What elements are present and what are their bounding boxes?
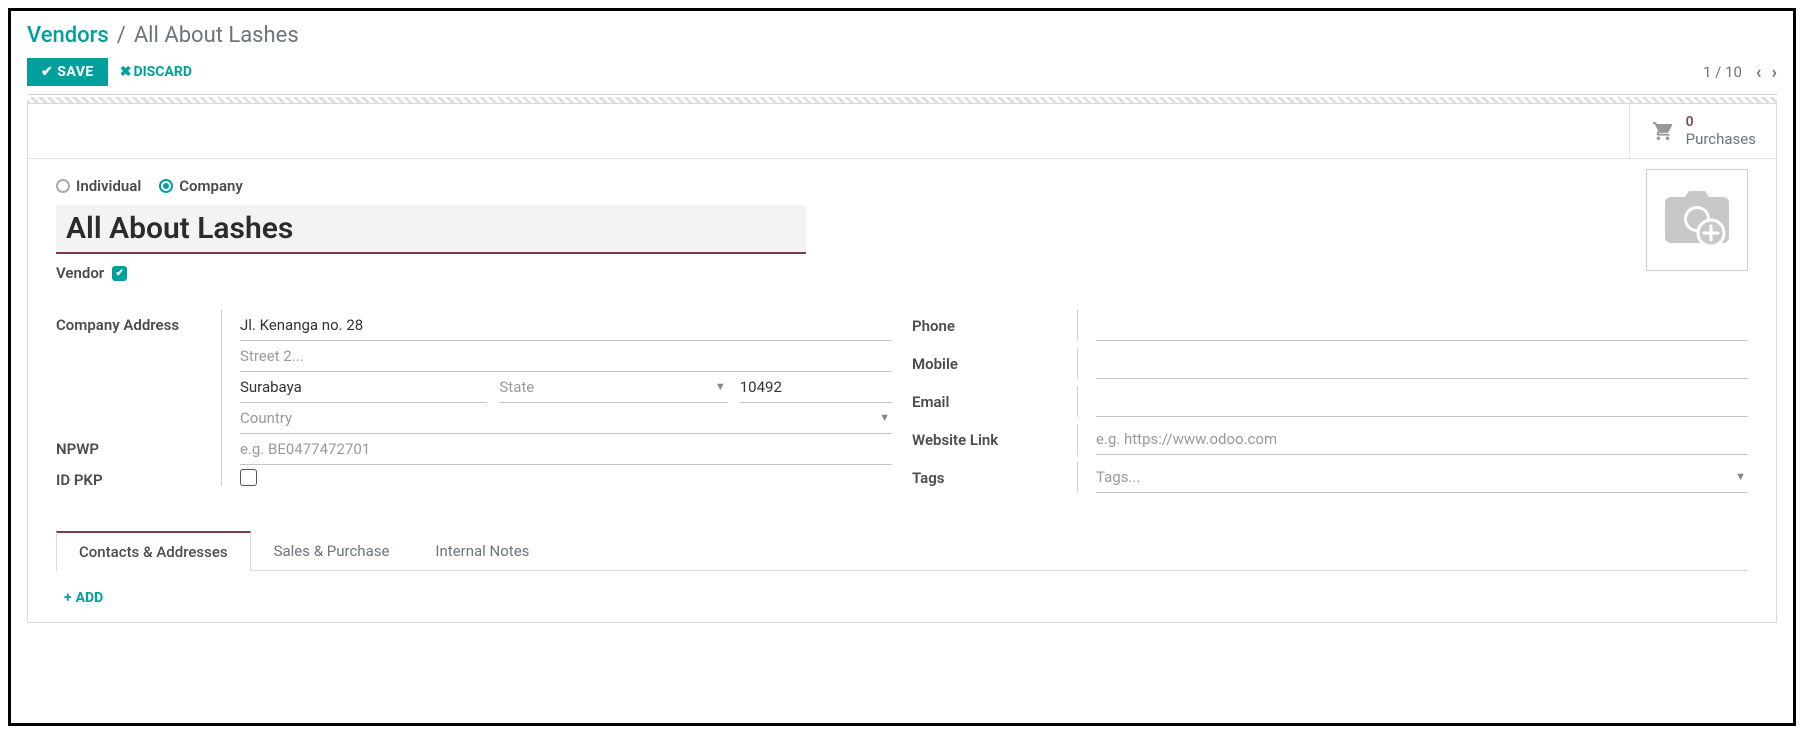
idpkp-checkbox[interactable] xyxy=(240,469,257,486)
radio-company[interactable]: Company xyxy=(159,177,243,195)
tab-sales[interactable]: Sales & Purchase xyxy=(251,531,413,571)
add-button[interactable]: + ADD xyxy=(64,590,103,606)
address-label: Company Address xyxy=(56,310,221,334)
email-input[interactable] xyxy=(1096,386,1748,417)
npwp-label: NPWP xyxy=(56,434,221,458)
idpkp-label: ID PKP xyxy=(56,465,221,489)
city-input[interactable] xyxy=(240,372,487,403)
street2-input[interactable] xyxy=(240,341,892,372)
breadcrumb-sep: / xyxy=(117,23,126,48)
pager-prev-button[interactable]: ‹ xyxy=(1756,62,1762,83)
purchases-label: Purchases xyxy=(1686,130,1756,148)
phone-input[interactable] xyxy=(1096,310,1748,341)
toolbar: ✔ SAVE ✖ DISCARD 1 / 10 ‹ › xyxy=(27,58,1777,86)
mobile-input[interactable] xyxy=(1096,348,1748,379)
purchases-stat-button[interactable]: 0 Purchases xyxy=(1629,104,1776,158)
form-sheet: 0 Purchases Individual Company Vendor ✔ xyxy=(27,103,1777,623)
website-label: Website Link xyxy=(912,431,1077,449)
pager-text: 1 / 10 xyxy=(1703,63,1742,81)
mobile-label: Mobile xyxy=(912,355,1077,373)
tab-notes[interactable]: Internal Notes xyxy=(412,531,552,571)
save-label: SAVE xyxy=(57,64,94,80)
cart-icon xyxy=(1650,120,1676,142)
plus-icon: + xyxy=(64,590,72,606)
image-upload[interactable] xyxy=(1646,169,1748,271)
tab-contacts[interactable]: Contacts & Addresses xyxy=(56,531,251,571)
discard-label: DISCARD xyxy=(133,64,191,80)
add-label: ADD xyxy=(76,590,104,606)
zip-input[interactable] xyxy=(740,372,892,403)
vendor-checkbox[interactable]: ✔ xyxy=(112,266,127,281)
tab-bar: Contacts & Addresses Sales & Purchase In… xyxy=(56,530,1748,571)
save-button[interactable]: ✔ SAVE xyxy=(27,58,108,86)
phone-label: Phone xyxy=(912,317,1077,335)
npwp-input[interactable] xyxy=(240,434,892,465)
pager-next-button[interactable]: › xyxy=(1772,62,1777,83)
breadcrumb: Vendors / All About Lashes xyxy=(27,23,1777,48)
website-input[interactable] xyxy=(1096,424,1748,455)
name-input[interactable] xyxy=(56,205,806,254)
radio-individual[interactable]: Individual xyxy=(56,177,141,195)
vendor-label: Vendor xyxy=(56,264,104,282)
tags-label: Tags xyxy=(912,469,1077,487)
purchases-count: 0 xyxy=(1686,114,1756,130)
email-label: Email xyxy=(912,393,1077,411)
company-label: Company xyxy=(179,177,243,195)
check-icon: ✔ xyxy=(41,64,53,80)
street-input[interactable] xyxy=(240,310,892,341)
individual-label: Individual xyxy=(76,177,141,195)
breadcrumb-root[interactable]: Vendors xyxy=(27,23,109,48)
breadcrumb-current: All About Lashes xyxy=(134,23,299,48)
discard-button[interactable]: ✖ DISCARD xyxy=(120,64,192,80)
state-select[interactable] xyxy=(499,372,727,403)
radio-dot-icon xyxy=(159,179,173,193)
country-select[interactable] xyxy=(240,403,892,434)
tags-input[interactable] xyxy=(1096,462,1748,493)
radio-circle-icon xyxy=(56,179,70,193)
camera-plus-icon xyxy=(1661,191,1733,249)
close-icon: ✖ xyxy=(120,64,132,80)
